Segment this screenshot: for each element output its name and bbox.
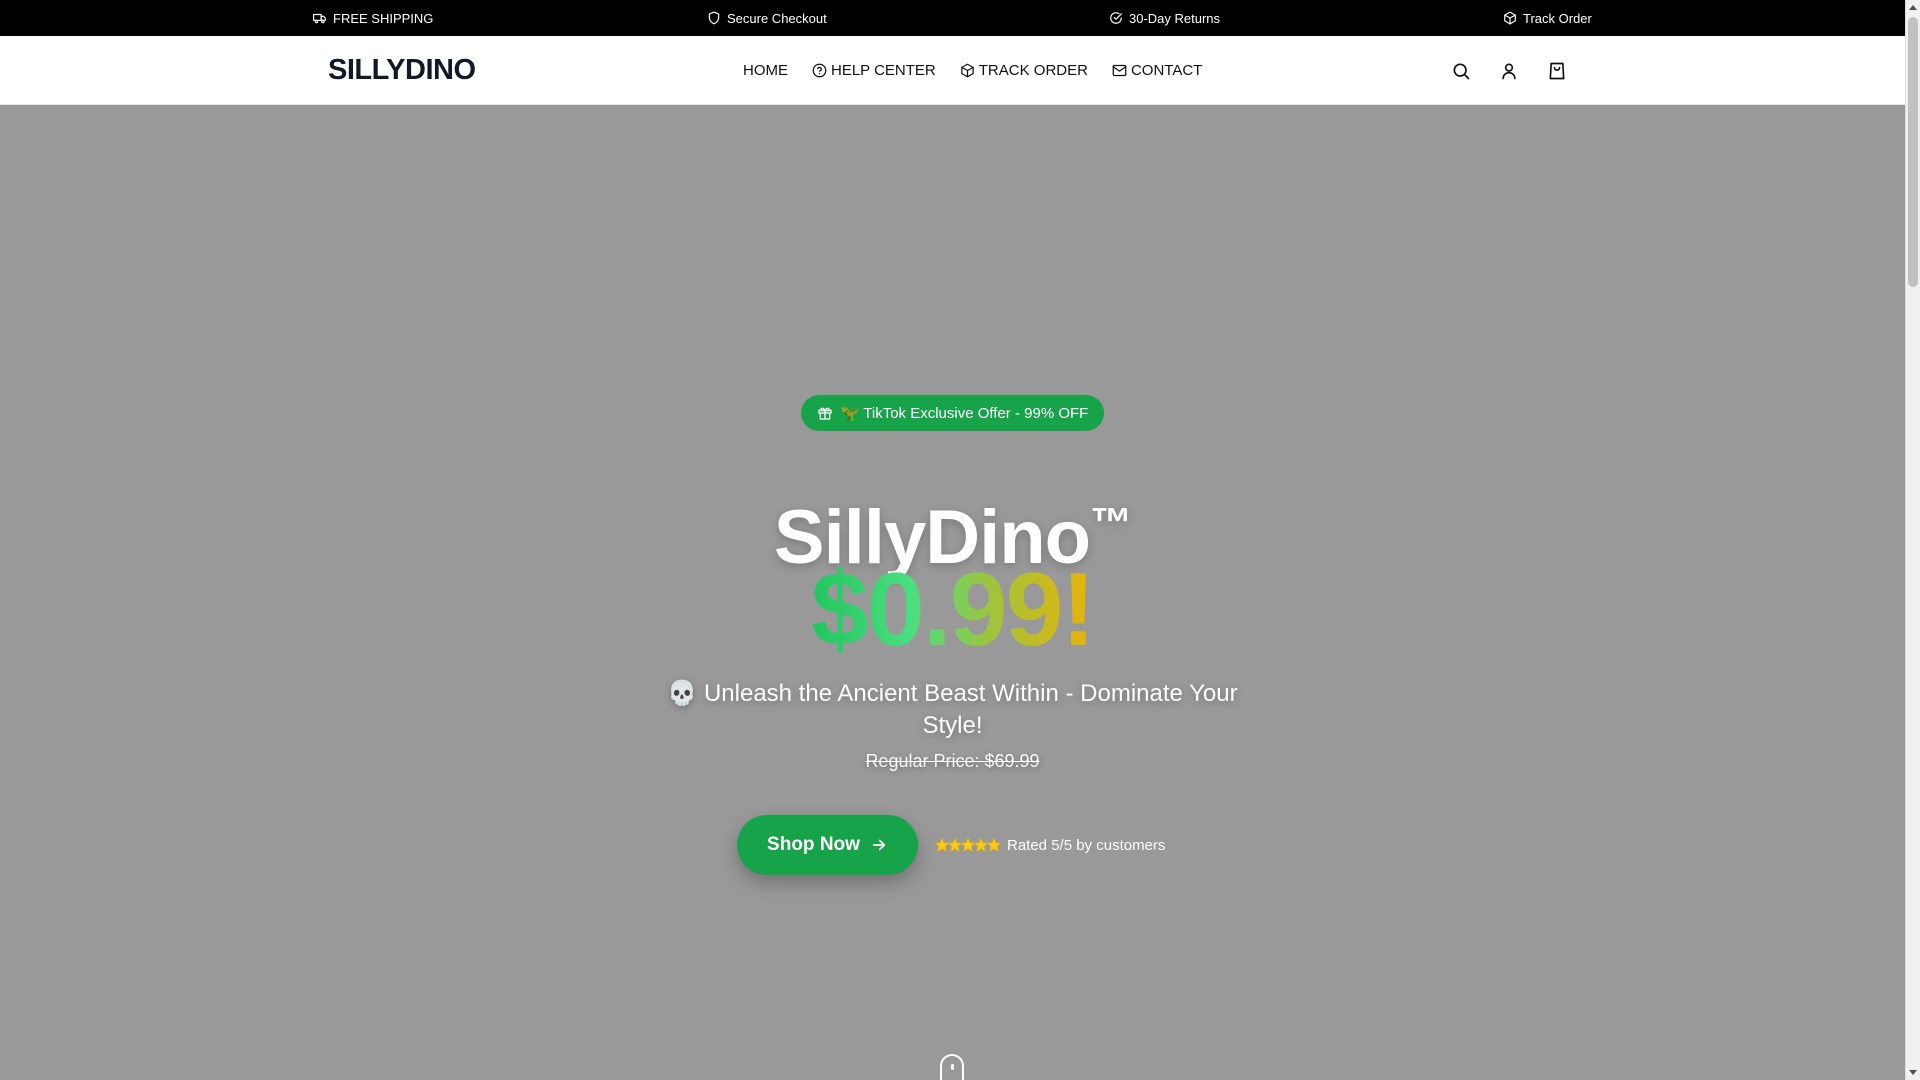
nav-item-help-center[interactable]: HELP CENTER — [812, 62, 936, 79]
star-icon — [986, 837, 1002, 853]
topbar-item-returns: 30-Day Returns — [1109, 0, 1220, 36]
gift-icon — [818, 407, 832, 420]
site-logo[interactable]: SILLYDINO — [328, 36, 476, 105]
scroll-down-indicator[interactable] — [940, 1054, 964, 1080]
hero-subtitle: 💀 Unleash the Ancient Beast Within - Dom… — [667, 680, 1238, 739]
rating-stars — [934, 837, 1002, 853]
page-scrollbar[interactable] — [1905, 0, 1920, 1080]
offer-badge-text: 🦖 TikTok Exclusive Offer - 99% OFF — [840, 405, 1089, 422]
user-icon — [1502, 63, 1516, 79]
shop-now-button[interactable]: Shop Now — [737, 815, 918, 875]
shop-now-label: Shop Now — [767, 834, 860, 855]
search-icon — [1453, 63, 1470, 79]
nav-item-contact[interactable]: CONTACT — [1112, 62, 1202, 79]
nav-label: HELP CENTER — [831, 62, 936, 79]
check-circle-icon — [1110, 12, 1122, 24]
topbar-item-secure-checkout: Secure Checkout — [707, 0, 827, 36]
nav-item-track-order[interactable]: TRACK ORDER — [960, 62, 1088, 79]
topbar-item-free-shipping: FREE SHIPPING — [313, 0, 433, 36]
topbar-label: Track Order — [1523, 10, 1592, 26]
offer-badge: 🦖 TikTok Exclusive Offer - 99% OFF — [801, 395, 1104, 431]
trademark-symbol: ™ — [1090, 499, 1132, 546]
truck-icon — [313, 13, 326, 24]
customer-rating: Rated 5/5 by customers — [934, 834, 1165, 856]
cart-button[interactable] — [1546, 60, 1568, 82]
site-header: SILLYDINO HOME HELP CENTER TRACK ORDER C… — [0, 36, 1905, 105]
arrow-right-icon — [872, 839, 886, 851]
topbar-label: 30-Day Returns — [1129, 10, 1221, 26]
nav-item-home[interactable]: HOME — [743, 62, 788, 79]
package-icon — [1504, 11, 1516, 25]
shopping-bag-icon — [1549, 62, 1565, 79]
rating-text: Rated 5/5 by customers — [1007, 836, 1166, 854]
scroll-up-arrow-icon[interactable] — [1909, 5, 1917, 10]
nav-label: TRACK ORDER — [978, 62, 1088, 79]
topbar-item-track-order[interactable]: Track Order — [1503, 0, 1592, 36]
scroll-down-arrow-icon[interactable] — [1909, 1070, 1917, 1075]
main-nav: HOME HELP CENTER TRACK ORDER CONTACT — [743, 36, 1202, 105]
shield-icon — [708, 11, 720, 25]
hero-price: $0.99! — [560, 555, 1345, 665]
account-button[interactable] — [1498, 60, 1520, 82]
mail-icon — [1112, 64, 1127, 77]
regular-price: Regular Price: $69.99 — [865, 751, 1040, 771]
search-button[interactable] — [1450, 60, 1472, 82]
package-icon — [961, 63, 974, 78]
announcement-bar: FREE SHIPPING Secure Checkout 30-Day Ret… — [0, 0, 1905, 36]
topbar-label: FREE SHIPPING — [333, 10, 434, 26]
help-circle-icon — [812, 63, 827, 78]
topbar-label: Secure Checkout — [727, 10, 827, 26]
nav-label: CONTACT — [1130, 62, 1203, 79]
nav-label: HOME — [743, 62, 788, 79]
scrollbar-thumb[interactable] — [1908, 17, 1918, 287]
header-actions — [1450, 36, 1568, 105]
hero-price-text: $0.99! — [811, 552, 1096, 668]
